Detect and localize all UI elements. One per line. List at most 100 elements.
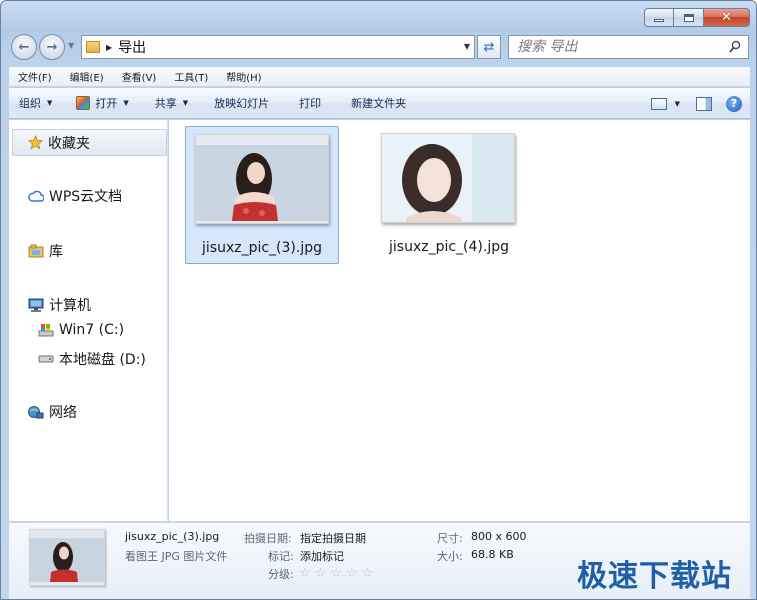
menu-tools[interactable]: 工具(T) (165, 69, 217, 84)
computer-label: 计算机 (49, 298, 91, 314)
view-options-caret-icon[interactable]: ▼ (675, 100, 680, 108)
open-label: 打开 (95, 97, 118, 110)
navigation-pane: 收藏夹 WPS云文档 库 计算机 Win7 (C:) 本地磁盘 (D:) 网络 (9, 120, 168, 521)
refresh-button[interactable]: ⇄ (477, 35, 501, 59)
file-list: jisuxz_pic_(3).jpg jisuxz_pic_(4).jpg (169, 120, 750, 521)
wps-cloud-label: WPS云文档 (49, 189, 123, 205)
rating-label: 分级: (268, 568, 294, 581)
recent-pages-dropdown[interactable]: ▼ (68, 41, 74, 50)
search-box[interactable] (508, 35, 749, 59)
folder-icon (86, 41, 100, 53)
image-thumbnail (381, 133, 515, 223)
hard-drive-icon (38, 351, 54, 367)
back-arrow-icon: ← (18, 39, 30, 55)
selected-file-preview (29, 529, 105, 586)
date-taken-label: 拍摄日期: (244, 532, 292, 545)
print-button[interactable]: 打印 (279, 88, 331, 119)
print-label: 打印 (299, 97, 322, 110)
caption-buttons: ✕ (644, 8, 750, 27)
file-item[interactable]: jisuxz_pic_(3).jpg (185, 126, 339, 264)
maximize-icon (683, 13, 694, 22)
star-icon[interactable]: ☆ (362, 566, 374, 581)
menu-edit[interactable]: 编辑(E) (61, 69, 113, 84)
command-bar: 组织 ▼ 打开 ▼ 共享 ▼ 放映幻灯片 打印 新建文件夹 ▼ ? (9, 88, 750, 119)
nav-item-network[interactable]: 网络 (28, 402, 77, 422)
address-dropdown-icon[interactable]: ▼ (464, 42, 470, 51)
file-name-label: jisuxz_pic_(4).jpg (389, 239, 509, 255)
slideshow-label: 放映幻灯片 (214, 97, 270, 110)
details-file-type: 看图王 JPG 图片文件 (125, 550, 228, 563)
breadcrumb-chevron-icon[interactable]: ▶ (106, 43, 112, 52)
rating-stars[interactable]: ☆ ☆ ☆ ☆ ☆ (299, 566, 377, 581)
nav-item-wps-cloud[interactable]: WPS云文档 (28, 186, 122, 206)
slideshow-button[interactable]: 放映幻灯片 (198, 88, 279, 119)
forward-button[interactable]: → (39, 34, 65, 60)
menu-file[interactable]: 文件(F) (9, 69, 61, 84)
search-icon[interactable] (729, 40, 741, 54)
computer-icon (28, 297, 44, 313)
library-icon (28, 243, 44, 259)
minimize-button[interactable] (644, 8, 674, 27)
watermark-logo: 极速下载站 (577, 559, 732, 594)
maximize-button[interactable] (674, 8, 704, 27)
dimensions-value: 800 x 600 (471, 530, 527, 543)
help-icon[interactable]: ? (726, 95, 742, 112)
size-label: 大小: (437, 550, 463, 563)
drive-c-label: Win7 (C:) (59, 322, 125, 338)
star-icon (27, 135, 43, 151)
open-button[interactable]: 打开 ▼ (62, 88, 138, 119)
change-view-icon[interactable] (650, 97, 667, 110)
open-with-app-icon (76, 96, 91, 110)
menu-help[interactable]: 帮助(H) (217, 69, 270, 84)
dimensions-label: 尺寸: (437, 532, 463, 545)
tags-label: 标记: (268, 550, 294, 563)
nav-item-drive-c[interactable]: Win7 (C:) (38, 322, 124, 338)
menu-bar: 文件(F) 编辑(E) 查看(V) 工具(T) 帮助(H) (9, 67, 750, 87)
favorites-label: 收藏夹 (48, 135, 90, 152)
refresh-icon: ⇄ (483, 39, 495, 55)
star-icon[interactable]: ☆ (299, 566, 311, 581)
search-input[interactable] (509, 39, 714, 55)
organize-button[interactable]: 组织 ▼ (9, 88, 62, 119)
new-folder-button[interactable]: 新建文件夹 (331, 88, 416, 119)
close-button[interactable]: ✕ (704, 8, 750, 27)
back-button[interactable]: ← (11, 34, 37, 60)
close-icon: ✕ (721, 10, 732, 25)
size-value: 68.8 KB (471, 548, 514, 561)
share-label: 共享 (154, 97, 177, 110)
address-bar[interactable]: ▶ 导出 ▼ (81, 35, 475, 59)
system-drive-icon (38, 322, 54, 338)
network-icon (28, 404, 44, 420)
image-thumbnail (195, 134, 329, 224)
share-button[interactable]: 共享 ▼ (139, 88, 198, 119)
share-caret-icon: ▼ (182, 99, 189, 107)
minimize-icon (654, 19, 664, 22)
file-item[interactable]: jisuxz_pic_(4).jpg (372, 126, 526, 264)
nav-item-computer[interactable]: 计算机 (28, 295, 91, 315)
details-pane: jisuxz_pic_(3).jpg 看图王 JPG 图片文件 拍摄日期: 指定… (9, 522, 750, 599)
drive-d-label: 本地磁盘 (D:) (59, 352, 146, 368)
star-icon[interactable]: ☆ (330, 566, 342, 581)
new-folder-label: 新建文件夹 (351, 97, 407, 110)
cloud-icon (28, 188, 44, 204)
tags-value[interactable]: 添加标记 (300, 548, 344, 564)
navigation-row: ← → ▼ ▶ 导出 ▼ ⇄ (1, 31, 756, 63)
nav-item-drive-d[interactable]: 本地磁盘 (D:) (38, 349, 146, 369)
forward-arrow-icon: → (46, 39, 58, 55)
explorer-window: ✕ ← → ▼ ▶ 导出 ▼ ⇄ 文件(F) 编辑(E) 查看(V) 工具(T)… (0, 0, 757, 600)
star-icon[interactable]: ☆ (315, 566, 327, 581)
date-taken-value[interactable]: 指定拍摄日期 (300, 530, 366, 546)
file-name-label: jisuxz_pic_(3).jpg (202, 240, 322, 256)
libraries-label: 库 (49, 244, 63, 260)
organize-label: 组织 (19, 97, 41, 110)
organize-caret-icon: ▼ (47, 99, 53, 107)
open-caret-icon: ▼ (123, 99, 129, 107)
nav-item-libraries[interactable]: 库 (28, 241, 63, 261)
view-controls: ▼ ? (650, 88, 742, 119)
star-icon[interactable]: ☆ (346, 566, 358, 581)
preview-pane-icon[interactable] (696, 96, 712, 111)
breadcrumb-current[interactable]: 导出 (118, 37, 146, 57)
nav-item-favorites[interactable]: 收藏夹 (12, 129, 167, 156)
menu-view[interactable]: 查看(V) (113, 69, 166, 84)
network-label: 网络 (49, 405, 77, 421)
